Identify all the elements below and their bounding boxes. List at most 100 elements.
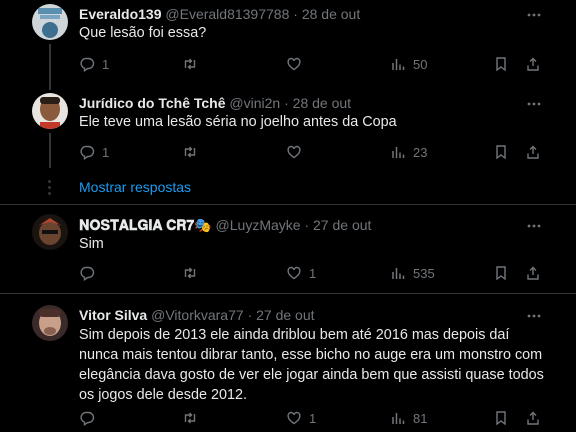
tweet-text: Sim [79, 236, 104, 252]
like-button[interactable]: 1 [286, 263, 316, 283]
like-button[interactable]: 1 [286, 408, 316, 428]
more-options-icon[interactable] [527, 8, 541, 22]
tweet-date[interactable]: 28 de out [293, 95, 351, 111]
separator: · [247, 307, 253, 323]
views-button[interactable]: 535 [390, 263, 435, 283]
tweet-actions: 1 535 [79, 263, 549, 283]
tweet-header: Vitor Silva @Vitorkvara77 · 27 de out [79, 306, 315, 324]
retweet-icon [184, 412, 196, 424]
tweet-header: Everaldo139 @Everald81397788 · 28 de out [79, 5, 360, 23]
tweet-actions: 1 81 [79, 408, 549, 428]
reply-tweet[interactable]: Vitor Silva @Vitorkvara77 · 27 de out Si… [0, 294, 576, 432]
avatar[interactable] [32, 93, 68, 129]
heart-icon [287, 411, 301, 425]
share-button[interactable] [525, 142, 541, 162]
reply-icon [80, 266, 95, 281]
reply-tweet[interactable]: 𝐍𝐎𝐒𝐓𝐀𝐋𝐆𝐈𝐀 𝐂𝐑𝟕🎭 @LuyzMayke · 27 de out Si… [0, 205, 576, 293]
author-handle[interactable]: @Everald81397788 [165, 6, 289, 22]
tweet-header: Jurídico do Tchê Tchê @vini2n · 28 de ou… [79, 94, 351, 112]
separator: · [304, 217, 310, 233]
share-button[interactable] [525, 263, 541, 283]
author-handle[interactable]: @Vitorkvara77 [151, 307, 244, 323]
author-name[interactable]: Jurídico do Tchê Tchê [79, 95, 226, 111]
author-name[interactable]: 𝐍𝐎𝐒𝐓𝐀𝐋𝐆𝐈𝐀 𝐂𝐑𝟕🎭 [79, 217, 212, 233]
avatar[interactable] [32, 4, 68, 40]
reply-button[interactable]: 1 [79, 142, 109, 162]
bookmark-icon [496, 145, 506, 160]
avatar[interactable] [32, 305, 68, 341]
retweet-button[interactable] [182, 54, 205, 74]
heart-icon [287, 145, 301, 159]
tweet-text: Que lesão foi essa? [79, 25, 207, 41]
more-options-icon[interactable] [527, 309, 541, 323]
views-button[interactable]: 23 [390, 142, 427, 162]
like-count: 1 [309, 410, 317, 426]
tweet-text: Ele teve uma lesão séria no joelho antes… [79, 114, 397, 130]
thread-dots [48, 180, 52, 198]
separator: · [284, 95, 289, 111]
tweet-actions: 1 50 [79, 54, 549, 74]
views-icon [392, 147, 405, 158]
view-count: 23 [413, 144, 428, 160]
reply-icon [80, 145, 95, 160]
views-icon [392, 268, 405, 279]
view-count: 50 [413, 56, 428, 72]
retweet-button[interactable] [182, 142, 205, 162]
more-options-icon[interactable] [527, 219, 541, 233]
retweet-button[interactable] [182, 263, 205, 283]
reply-tweet[interactable]: Jurídico do Tchê Tchê @vini2n · 28 de ou… [0, 90, 576, 204]
reply-count: 1 [102, 56, 110, 72]
reply-count: 1 [102, 144, 110, 160]
author-name[interactable]: Vitor Silva [79, 307, 147, 323]
heart-icon [287, 266, 301, 280]
like-count: 1 [309, 265, 317, 281]
like-button[interactable] [286, 142, 309, 162]
bookmark-icon [496, 411, 506, 426]
share-button[interactable] [525, 408, 541, 428]
bookmark-button[interactable] [493, 142, 509, 162]
heart-icon [287, 57, 301, 71]
thread-line [49, 133, 51, 168]
tweet-actions: 1 23 [79, 142, 549, 162]
thread-line [49, 44, 51, 90]
bookmark-icon [496, 57, 506, 72]
view-count: 81 [413, 410, 428, 426]
retweet-icon [184, 58, 196, 70]
tweet-date[interactable]: 27 de out [256, 307, 314, 323]
reply-icon [80, 411, 95, 426]
retweet-icon [184, 146, 196, 158]
tweet-text: Sim depois de 2013 ele ainda driblou bem… [79, 327, 544, 403]
more-options-icon[interactable] [527, 97, 541, 111]
views-icon [392, 59, 405, 70]
bookmark-button[interactable] [493, 263, 509, 283]
tweet-date[interactable]: 28 de out [302, 6, 360, 22]
separator: · [293, 6, 298, 22]
retweet-icon [184, 267, 196, 279]
retweet-button[interactable] [182, 408, 205, 428]
tweet-header: 𝐍𝐎𝐒𝐓𝐀𝐋𝐆𝐈𝐀 𝐂𝐑𝟕🎭 @LuyzMayke · 27 de out [79, 216, 371, 234]
views-button[interactable]: 50 [390, 54, 427, 74]
reply-button[interactable] [79, 263, 102, 283]
share-icon [527, 57, 539, 71]
show-replies-link[interactable]: Mostrar respostas [79, 179, 191, 195]
bookmark-button[interactable] [493, 408, 509, 428]
avatar[interactable] [32, 214, 68, 250]
views-button[interactable]: 81 [390, 408, 427, 428]
share-icon [527, 266, 539, 280]
views-icon [392, 413, 405, 424]
share-button[interactable] [525, 54, 541, 74]
author-name[interactable]: Everaldo139 [79, 6, 162, 22]
reply-button[interactable] [79, 408, 102, 428]
like-button[interactable] [286, 54, 309, 74]
share-icon [527, 145, 539, 159]
tweet-date[interactable]: 27 de out [313, 217, 371, 233]
bookmark-icon [496, 266, 506, 281]
reply-tweet[interactable]: Everaldo139 @Everald81397788 · 28 de out… [0, 0, 576, 90]
reply-icon [80, 57, 95, 72]
reply-button[interactable]: 1 [79, 54, 109, 74]
author-handle[interactable]: @LuyzMayke [216, 217, 301, 233]
view-count: 535 [413, 265, 435, 281]
share-icon [527, 411, 539, 425]
bookmark-button[interactable] [493, 54, 509, 74]
author-handle[interactable]: @vini2n [229, 95, 280, 111]
